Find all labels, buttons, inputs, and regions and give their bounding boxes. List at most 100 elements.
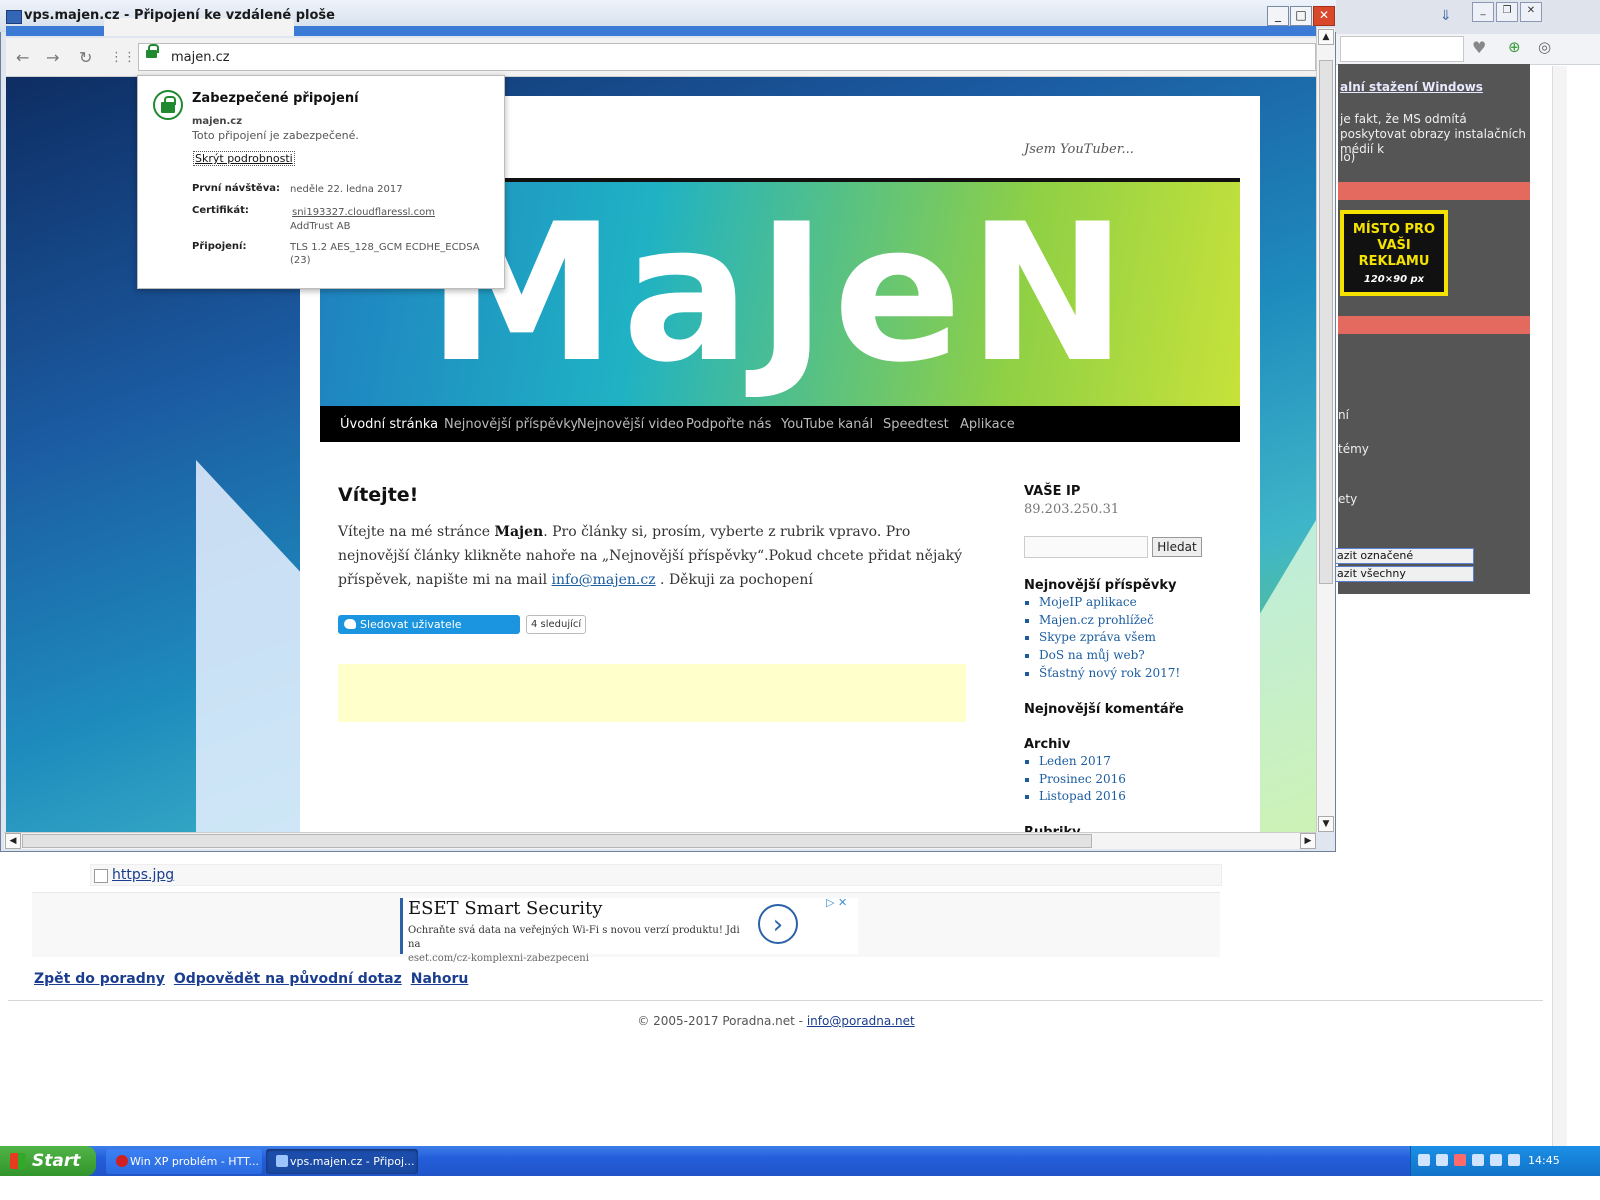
connection-value: TLS 1.2 AES_128_GCM ECDHE_ECDSA (23) [290,242,480,266]
recent-post-link[interactable]: DoS na můj web? [1039,647,1180,665]
hide-details-link[interactable]: Skrýt podrobnosti [193,151,295,166]
connection-label: Připojení: [192,241,247,252]
background-window-controls: _ ❐ ✕ [1470,2,1542,22]
tray-icon[interactable] [1472,1154,1484,1166]
recent-post-link[interactable]: Skype zpráva všem [1039,629,1180,647]
remote-desktop-icon [276,1155,288,1167]
show-marked-button[interactable]: azit označené [1334,548,1474,564]
window-title: vps.majen.cz - Připojení ke vzdálené plo… [24,8,335,23]
sidebar-article-excerpt: je fakt, že MS odmítá poskytovat obrazy … [1340,112,1526,156]
certificate-link[interactable]: sni193327.cloudflaressl.com [292,206,492,219]
recent-post-link[interactable]: Šťastný nový rok 2017! [1039,665,1180,683]
reply-link[interactable]: Odpovědět na původní dotaz [174,971,402,987]
archive-heading: Archiv [1024,737,1071,752]
show-all-button[interactable]: azit všechny [1334,566,1474,582]
sidebar-section-header [1338,316,1530,334]
post-email-link[interactable]: info@majen.cz [552,572,656,588]
background-page-scrollbar[interactable] [1552,66,1567,1146]
sidebar-fragment: ní [1338,408,1349,422]
ad-size: 120×90 px [1363,274,1425,285]
address-text[interactable]: majen.cz [171,50,230,65]
apps-grid-icon[interactable]: ⋮⋮ [110,50,136,65]
back-arrow-icon[interactable]: ← [16,48,29,67]
tray-icon[interactable] [1508,1154,1520,1166]
scroll-thumb[interactable] [1319,60,1333,584]
scroll-thumb[interactable] [22,834,1092,848]
scroll-left-arrow-icon[interactable]: ◀ [5,833,21,849]
categories-heading: Rubriky [1024,824,1081,832]
post-text: . Děkuji za pochopení [655,572,813,588]
post-title: Vítejte! [338,484,419,506]
background-address-bar[interactable] [1340,36,1464,62]
nav-latest-video[interactable]: Nejnovější video [577,417,684,432]
close-icon[interactable]: ✕ [1313,6,1335,26]
attachment-link[interactable]: https.jpg [112,867,174,883]
lock-icon-body[interactable] [146,50,157,58]
menu-chevron-icon[interactable]: ⇓ [1440,8,1452,24]
first-visit-value: neděle 22. ledna 2017 [290,184,403,195]
sidebar-article-link[interactable]: alní stažení Windows [1340,80,1483,94]
sidebar-ip-value: 89.203.250.31 [1024,502,1120,517]
archive-link[interactable]: Listopad 2016 [1039,788,1126,806]
recent-posts-heading: Nejnovější příspěvky [1024,578,1177,593]
footer: © 2005-2017 Poradna.net - info@poradna.n… [0,1014,1552,1028]
popup-status: Toto připojení je zabezpečené. [192,129,359,142]
site-tagline: Jsem YouTuber... [1024,142,1134,157]
minimize-icon[interactable]: _ [1267,6,1289,26]
taskbar-item-remote-desktop[interactable]: vps.majen.cz - Připoj... [266,1149,418,1174]
recent-post-link[interactable]: Majen.cz prohlížeč [1039,612,1180,630]
volume-icon[interactable] [1490,1154,1502,1166]
nav-home[interactable]: Úvodní stránka [340,417,438,432]
download-icon[interactable]: ⊕ [1508,38,1521,56]
forward-arrow-icon[interactable]: → [46,48,59,67]
nav-support[interactable]: Podpořte nás [686,417,771,432]
reload-icon[interactable]: ↻ [79,48,92,67]
windows-logo-icon [10,1153,26,1169]
archive-link[interactable]: Leden 2017 [1039,753,1126,771]
adchoices-icon[interactable]: ▷ ✕ [826,896,847,909]
account-icon[interactable]: ◎ [1538,38,1551,56]
clock[interactable]: 14:45 [1528,1154,1560,1167]
back-to-forum-link[interactable]: Zpět do poradny [34,971,165,987]
restore-icon[interactable]: ❐ [1496,2,1518,22]
post-text-bold: Majen [494,524,544,540]
close-icon[interactable]: ✕ [1520,2,1542,22]
nav-speedtest[interactable]: Speedtest [883,417,949,432]
tray-icon[interactable] [1436,1154,1448,1166]
taskbar-item-opera[interactable]: Win XP problém - HTT... [106,1149,262,1174]
thread-navigation: Zpět do poradny Odpovědět na původní dota… [34,971,477,987]
address-bar[interactable] [138,43,1316,71]
background-browser-tabstrip [1320,0,1600,34]
heart-icon[interactable]: ♥ [1472,38,1486,57]
eset-ad-title[interactable]: ESET Smart Security [408,898,602,919]
scroll-right-arrow-icon[interactable]: ▶ [1300,833,1316,849]
recent-comments-heading: Nejnovější komentáře [1024,702,1184,717]
nav-latest-posts[interactable]: Nejnovější příspěvky [444,417,578,432]
eset-ad-url[interactable]: eset.com/cz-komplexni-zabezpeceni [408,953,589,964]
minimize-icon[interactable]: _ [1472,2,1494,22]
search-button[interactable]: Hledat [1152,537,1202,557]
ad-banner-placeholder[interactable]: MÍSTO PRO VAŠI REKLAMU 120×90 px [1340,210,1448,296]
sidebar-fragment: ety [1338,492,1358,506]
nav-youtube[interactable]: YouTube kanál [781,417,873,432]
warning-icon[interactable] [1454,1154,1466,1166]
footer-copyright: © 2005-2017 Poradna.net - [637,1014,807,1028]
scroll-up-arrow-icon[interactable]: ▲ [1318,29,1334,45]
maximize-icon[interactable]: □ [1290,6,1312,26]
post-text: Vítejte na mé stránce [338,524,495,540]
opera-icon [116,1155,128,1167]
network-icon[interactable] [1418,1154,1430,1166]
chevron-right-icon[interactable]: › [758,904,798,944]
twitter-follow-button[interactable]: Sledovat uživatele @MaraJenes [338,615,520,650]
scroll-down-arrow-icon[interactable]: ▼ [1318,816,1334,832]
search-input[interactable] [1024,536,1148,558]
footer-email-link[interactable]: info@poradna.net [807,1014,915,1028]
certificate-issuer: AddTrust AB [290,221,351,232]
recent-post-link[interactable]: MojeIP aplikace [1039,594,1180,612]
archive-link[interactable]: Prosinec 2016 [1039,771,1126,789]
top-link[interactable]: Nahoru [411,971,469,987]
nav-apps[interactable]: Aplikace [960,417,1015,432]
remote-desktop-icon [6,10,22,24]
popup-title: Zabezpečené připojení [192,91,359,106]
sidebar-fragment: témy [1338,442,1369,456]
